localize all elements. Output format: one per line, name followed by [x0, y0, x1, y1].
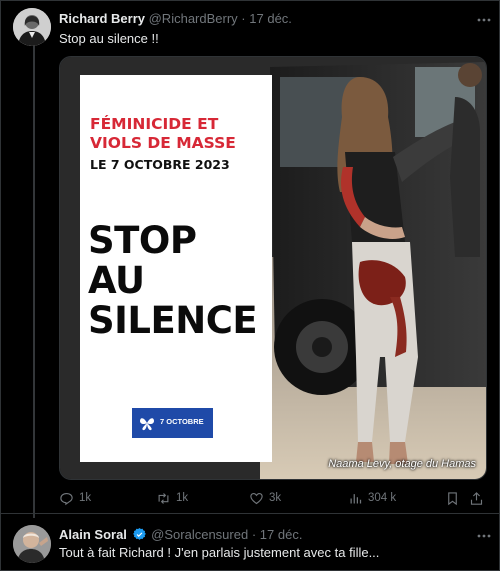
reply-author-name[interactable]: Alain Soral: [59, 527, 127, 542]
tweet-divider: [0, 513, 500, 514]
reply-text: Tout à fait Richard ! J'en parlais juste…: [59, 545, 380, 560]
more-options-icon[interactable]: [476, 12, 492, 28]
reply-avatar[interactable]: [13, 525, 51, 563]
tweet-media[interactable]: FÉMINICIDE ET VIOLS DE MASSE LE 7 OCTOBR…: [59, 56, 487, 480]
tweet-header: Richard Berry @RichardBerry · 17 déc.: [59, 11, 292, 26]
poster: FÉMINICIDE ET VIOLS DE MASSE LE 7 OCTOBR…: [80, 75, 272, 462]
dot-separator: ·: [251, 527, 257, 542]
bookmark-button[interactable]: [445, 488, 460, 508]
poster-big-line2: AU: [88, 259, 145, 302]
avatar-portrait-icon: [13, 8, 51, 46]
avatar[interactable]: [13, 8, 51, 46]
poster-date: LE 7 OCTOBRE 2023: [90, 157, 230, 172]
dot-separator: ·: [241, 11, 246, 26]
retweet-count: 1k: [176, 492, 189, 504]
poster-badge: 7 OCTOBRE: [132, 408, 213, 438]
reply-header: Alain Soral @Soralcensured · 17 déc.: [59, 527, 302, 542]
tweet[interactable]: Richard Berry @RichardBerry · 17 déc. St…: [0, 0, 500, 518]
tweet-date[interactable]: 17 déc.: [249, 11, 292, 26]
heart-icon: [250, 492, 263, 504]
poster-line1: FÉMINICIDE ET: [90, 115, 219, 133]
reply-icon: [60, 492, 73, 505]
views-button[interactable]: 304 k: [348, 488, 396, 508]
butterfly-logo-icon: [140, 418, 154, 431]
action-bar: 1k 1k 3k 304 k: [59, 488, 487, 508]
poster-slogan: STOP AU SILENCE: [88, 219, 258, 342]
badge-label: 7 OCTOBRE: [160, 417, 204, 426]
views-chart-icon: [350, 493, 362, 503]
poster-big-line3: SILENCE: [88, 299, 258, 342]
retweet-button[interactable]: 1k: [156, 488, 188, 508]
reply-date[interactable]: 17 déc.: [260, 527, 303, 542]
poster-line2: VIOLS DE MASSE: [90, 134, 236, 152]
like-button[interactable]: 3k: [249, 488, 281, 508]
reply-button[interactable]: 1k: [59, 488, 91, 508]
poster-headline: FÉMINICIDE ET VIOLS DE MASSE: [90, 115, 236, 153]
poster-big-line1: STOP: [88, 219, 197, 262]
author-name[interactable]: Richard Berry: [59, 11, 145, 26]
avatar-portrait-icon: [13, 525, 51, 563]
media-caption: Naama Levy, otage du Hamas: [328, 458, 476, 470]
reply-author-handle[interactable]: @Soralcensured: [151, 527, 248, 542]
share-icon: [470, 491, 483, 505]
thread-connector: [33, 46, 35, 518]
like-count: 3k: [269, 492, 282, 504]
views-count: 304 k: [368, 492, 397, 504]
retweet-icon: [158, 492, 169, 504]
reply-count: 1k: [79, 492, 92, 504]
bookmark-icon: [448, 491, 457, 505]
share-button[interactable]: [469, 488, 484, 508]
more-options-icon[interactable]: [476, 528, 492, 544]
tweet-text: Stop au silence !!: [59, 31, 159, 46]
author-handle[interactable]: @RichardBerry: [149, 11, 238, 26]
verified-badge-icon: [132, 528, 146, 540]
